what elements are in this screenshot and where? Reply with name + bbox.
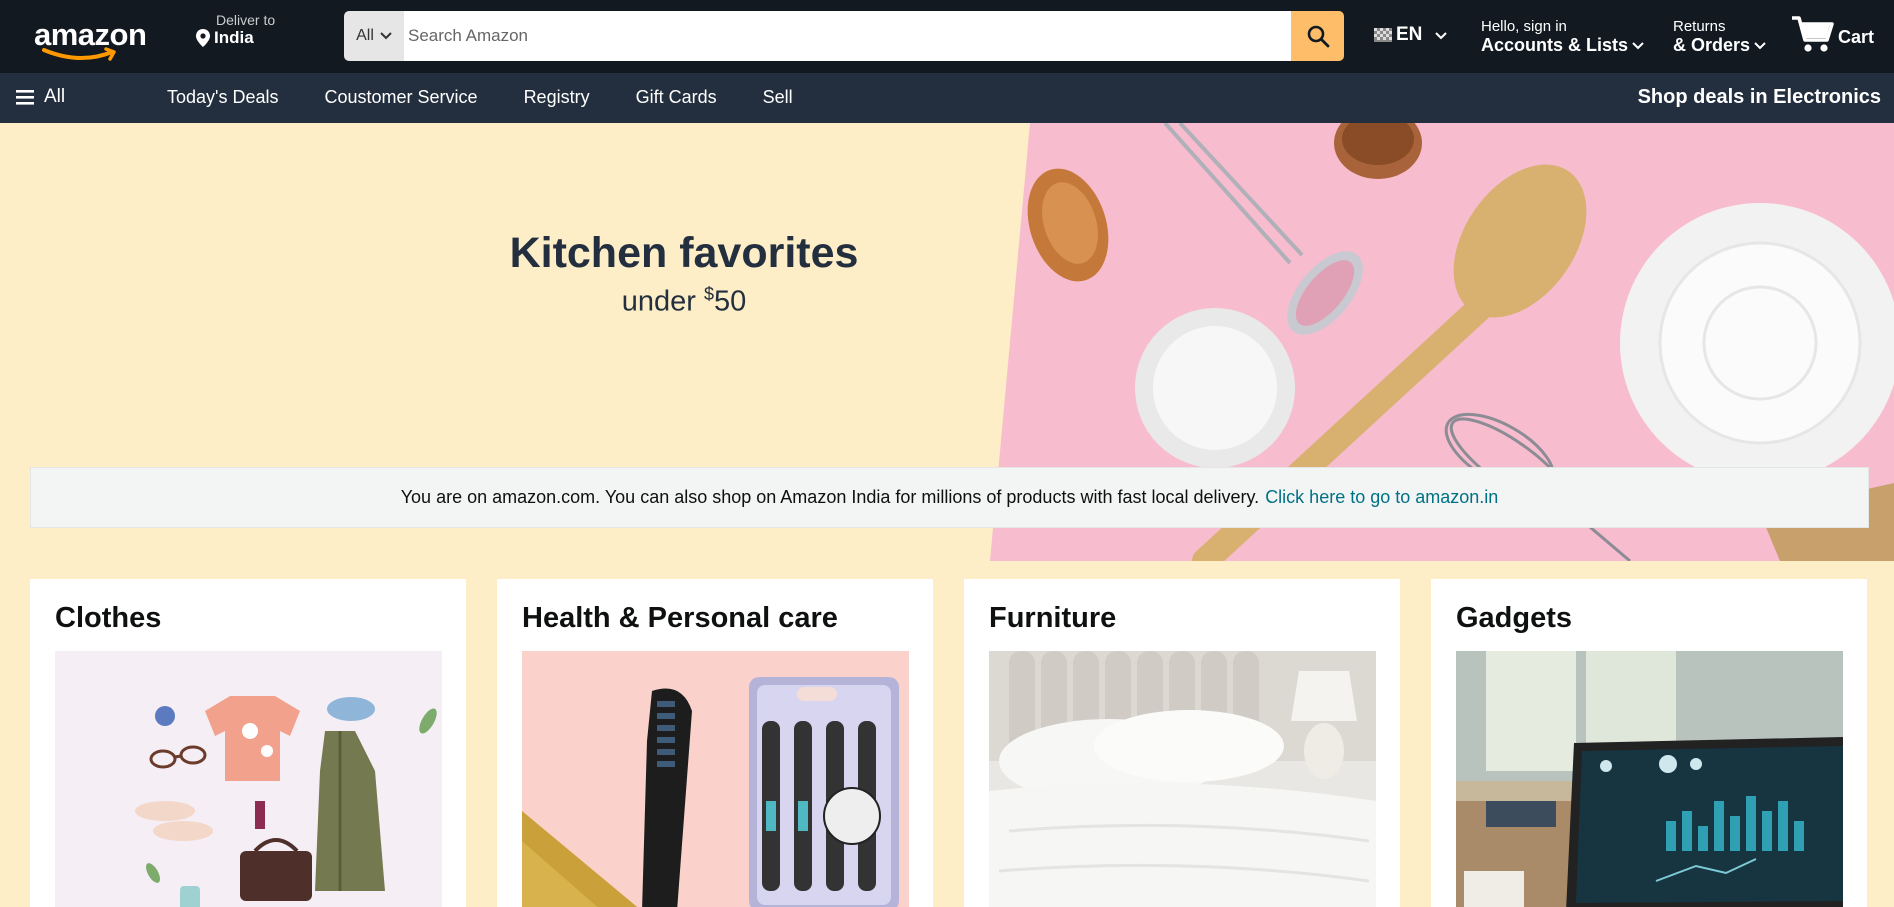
nav-promo-link[interactable]: Shop deals in Electronics: [1638, 86, 1881, 109]
nav-link-registry[interactable]: Registry: [524, 87, 590, 108]
deliver-location: India: [214, 28, 254, 47]
returns-label: Returns: [1673, 18, 1726, 35]
nav-links: Today's Deals Coustomer Service Registry…: [167, 87, 839, 108]
card-title: Furniture: [989, 602, 1117, 634]
category-card-gadgets[interactable]: Gadgets: [1431, 579, 1867, 907]
search-bar: All: [344, 11, 1344, 61]
card-title: Health & Personal care: [522, 602, 838, 634]
chevron-down-icon: [380, 32, 392, 40]
hero-subtitle-prefix: under: [621, 285, 704, 318]
language-selector[interactable]: EN: [1374, 24, 1448, 46]
deliver-label: Deliver to: [216, 12, 276, 28]
amazon-india-link[interactable]: Click here to go to amazon.in: [1265, 487, 1498, 508]
nav-link-sell[interactable]: Sell: [763, 87, 793, 108]
category-card-furniture[interactable]: Furniture: [964, 579, 1400, 907]
category-card-clothes[interactable]: Clothes: [30, 579, 466, 907]
bed-image: [989, 651, 1376, 907]
top-nav: amazon Deliver to India All Search Amazo…: [0, 0, 1894, 73]
search-category-dropdown[interactable]: All: [344, 11, 404, 61]
all-menu-label: All: [44, 86, 66, 107]
region-notice-text: You are on amazon.com. You can also shop…: [400, 487, 1260, 507]
logo-smile-icon: [42, 47, 116, 61]
clothes-image: [55, 651, 442, 907]
sub-nav: All Today's Deals Coustomer Service Regi…: [0, 73, 1894, 123]
account-greeting: Hello, sign in: [1481, 18, 1567, 35]
search-category-label: All: [356, 27, 374, 44]
search-input[interactable]: [404, 11, 1291, 61]
search-button[interactable]: [1291, 11, 1344, 61]
hero-currency: $: [703, 284, 714, 304]
chevron-down-icon: [1632, 41, 1644, 49]
account-label: Accounts & Lists: [1481, 35, 1629, 55]
search-icon: [1307, 25, 1329, 48]
language-label: EN: [1396, 24, 1423, 45]
nav-link-gift-cards[interactable]: Gift Cards: [636, 87, 717, 108]
deliver-to[interactable]: Deliver to India: [196, 12, 275, 48]
nav-link-customer-service[interactable]: Coustomer Service: [325, 87, 478, 108]
amazon-logo[interactable]: amazon: [34, 17, 154, 63]
cart-label: Cart: [1838, 27, 1875, 47]
hamburger-menu-icon: [16, 90, 34, 105]
nav-link-todays-deals[interactable]: Today's Deals: [167, 87, 279, 108]
returns-orders[interactable]: Returns & Orders: [1673, 18, 1766, 56]
location-pin-icon: [196, 29, 210, 47]
cart-icon: [1792, 16, 1834, 52]
card-title: Clothes: [55, 602, 162, 634]
region-notice: You are on amazon.com. You can also shop…: [30, 467, 1869, 528]
card-title: Gadgets: [1456, 602, 1573, 634]
chevron-down-icon: [1435, 31, 1448, 39]
all-menu-button[interactable]: All: [16, 86, 65, 108]
flag-icon: [1374, 28, 1392, 42]
laptop-image: [1456, 651, 1843, 907]
hero-amount: 50: [713, 285, 747, 318]
category-card-health[interactable]: Health & Personal care: [497, 579, 933, 907]
orders-label: & Orders: [1673, 35, 1751, 55]
toothbrush-image: [522, 651, 909, 907]
account-lists[interactable]: Hello, sign in Accounts & Lists: [1481, 18, 1644, 56]
chevron-down-icon: [1754, 41, 1766, 49]
cart[interactable]: Cart: [1790, 14, 1874, 54]
